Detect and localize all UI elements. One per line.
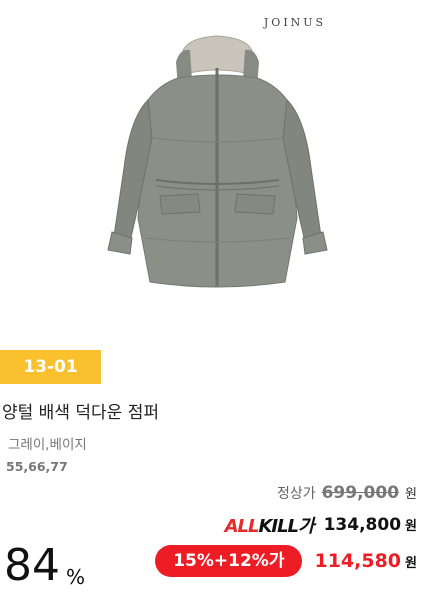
allkill-price: 134,800 원 bbox=[324, 515, 417, 535]
discount-rate-value: 84 bbox=[4, 540, 60, 591]
product-sizes: 55,66,77 bbox=[6, 459, 68, 474]
allkill-logo-rest: KILL가 bbox=[258, 516, 314, 537]
final-price: 114,580 원 bbox=[314, 550, 417, 572]
currency-unit: 원 bbox=[405, 556, 417, 571]
coupon-price-row: 15%+12%가 114,580 원 bbox=[155, 545, 417, 577]
allkill-logo: ALLKILL가 bbox=[224, 512, 315, 538]
allkill-logo-a: ALL bbox=[224, 516, 260, 537]
regular-price: 699,000 bbox=[321, 483, 400, 503]
currency-unit: 원 bbox=[405, 487, 417, 502]
product-image[interactable] bbox=[100, 28, 335, 298]
product-title[interactable]: 양털 배색 덕다운 점퍼 bbox=[2, 398, 159, 423]
ranking-badge: 13-01 bbox=[0, 350, 101, 384]
final-price-value: 114,580 bbox=[314, 550, 402, 572]
regular-price-label: 정상가 bbox=[276, 486, 316, 502]
discount-rate-unit: % bbox=[66, 565, 86, 589]
allkill-price-value: 134,800 bbox=[323, 515, 402, 535]
regular-price-row: 정상가 699,000 원 bbox=[277, 483, 417, 503]
allkill-price-row: ALLKILL가 134,800 원 bbox=[225, 512, 417, 538]
product-colors: 그레이,베이지 bbox=[8, 437, 87, 453]
discount-rate: 84 % bbox=[4, 540, 85, 591]
currency-unit: 원 bbox=[405, 519, 417, 534]
coupon-badge[interactable]: 15%+12%가 bbox=[155, 545, 303, 577]
